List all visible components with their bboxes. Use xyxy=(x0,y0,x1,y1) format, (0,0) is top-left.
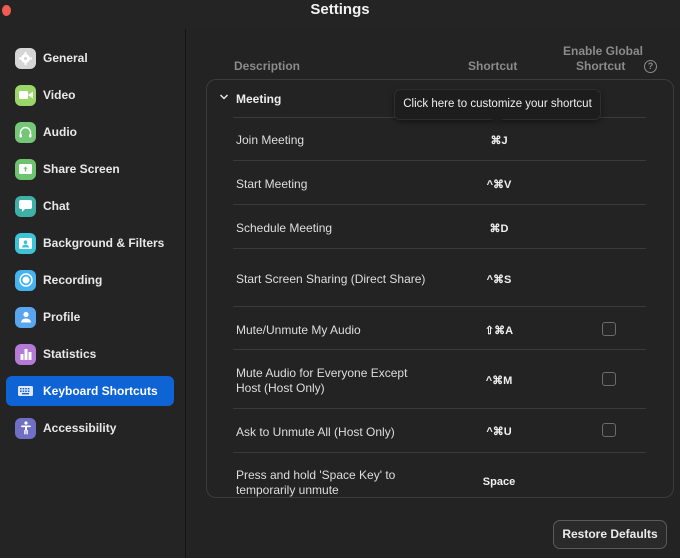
customize-tooltip: Click here to customize your shortcut xyxy=(394,89,601,120)
window-title: Settings xyxy=(310,1,370,18)
sidebar-item-audio[interactable]: Audio xyxy=(6,117,174,147)
chat-bubble-icon xyxy=(15,195,36,217)
help-icon[interactable]: ? xyxy=(644,60,657,73)
shortcut-key[interactable]: Space xyxy=(469,476,529,488)
shortcuts-list: Meeting Join Meeting ⌘J Start Meeting ^⌘… xyxy=(206,79,674,498)
keyboard-icon xyxy=(15,381,36,402)
divider xyxy=(233,349,646,350)
shortcut-description-line2: Host (Host Only) xyxy=(236,381,325,395)
divider xyxy=(233,452,646,453)
sidebar-item-label: Recording xyxy=(43,273,103,287)
divider xyxy=(233,306,646,307)
accessibility-icon xyxy=(15,417,36,439)
shortcut-description-line2: temporarily unmute xyxy=(236,483,339,497)
column-header-description: Description xyxy=(234,59,301,73)
shortcut-key[interactable]: ^⌘U xyxy=(469,425,529,438)
divider xyxy=(233,204,646,205)
title-bar: Settings xyxy=(0,0,680,29)
sidebar-item-label: Accessibility xyxy=(43,421,117,435)
shortcut-key[interactable]: ^⌘S xyxy=(469,273,529,286)
gear-icon xyxy=(15,47,36,69)
shortcut-key[interactable]: ⇧⌘A xyxy=(469,324,529,337)
video-camera-icon xyxy=(15,84,36,106)
global-shortcut-checkbox[interactable] xyxy=(602,372,616,386)
sidebar-item-accessibility[interactable]: Accessibility xyxy=(6,413,174,443)
sidebar-item-video[interactable]: Video xyxy=(6,80,174,110)
shortcut-key[interactable]: ^⌘M xyxy=(469,374,529,387)
shortcut-key[interactable]: ^⌘V xyxy=(469,178,529,191)
record-icon xyxy=(15,269,36,291)
user-icon xyxy=(15,306,36,328)
global-shortcut-checkbox[interactable] xyxy=(602,322,616,336)
shortcut-description: Start Screen Sharing (Direct Share) xyxy=(236,272,426,286)
sidebar-item-recording[interactable]: Recording xyxy=(6,265,174,295)
section-title: Meeting xyxy=(236,92,282,106)
sidebar-item-label: Chat xyxy=(43,199,70,213)
bar-chart-icon xyxy=(15,343,36,365)
sidebar-item-label: Video xyxy=(43,88,76,102)
sidebar-item-chat[interactable]: Chat xyxy=(6,191,174,221)
sidebar-item-keyboard-shortcuts[interactable]: Keyboard Shortcuts xyxy=(6,376,174,406)
sidebar-item-statistics[interactable]: Statistics xyxy=(6,339,174,369)
headphones-icon xyxy=(15,121,36,143)
tooltip-arrow xyxy=(491,119,503,125)
shortcut-key[interactable]: ⌘D xyxy=(469,222,529,235)
shortcut-description: Ask to Unmute All (Host Only) xyxy=(236,425,395,439)
chevron-down-icon[interactable] xyxy=(219,92,229,102)
shortcut-description: Start Meeting xyxy=(236,177,308,191)
sidebar-item-label: General xyxy=(43,51,88,65)
sidebar-item-profile[interactable]: Profile xyxy=(6,302,174,332)
restore-defaults-button[interactable]: Restore Defaults xyxy=(553,520,667,549)
background-person-icon xyxy=(15,232,36,254)
sidebar-item-label: Keyboard Shortcuts xyxy=(43,384,158,398)
divider xyxy=(233,160,646,161)
shortcut-description: Join Meeting xyxy=(236,133,305,147)
sidebar-item-background-filters[interactable]: Background & Filters xyxy=(6,228,174,258)
sidebar-item-label: Share Screen xyxy=(43,162,120,176)
column-header-shortcut: Shortcut xyxy=(468,59,518,73)
sidebar-item-label: Statistics xyxy=(43,347,97,361)
sidebar-item-label: Profile xyxy=(43,310,81,324)
shortcut-description: Mute Audio for Everyone Except xyxy=(236,366,408,380)
column-header-global-line2: Shortcut xyxy=(576,59,626,73)
global-shortcut-checkbox[interactable] xyxy=(602,423,616,437)
shortcut-description: Press and hold 'Space Key' to xyxy=(236,468,396,482)
shortcut-key[interactable]: ⌘J xyxy=(469,134,529,147)
divider xyxy=(233,408,646,409)
sidebar: General Video Audio Share Screen Chat Ba… xyxy=(0,29,186,558)
column-header-global-line1: Enable Global xyxy=(563,44,644,58)
divider xyxy=(233,248,646,249)
keyboard-shortcuts-panel: Description Shortcut Enable Global Short… xyxy=(187,29,680,558)
sidebar-item-general[interactable]: General xyxy=(6,43,174,73)
sidebar-item-label: Audio xyxy=(43,125,77,139)
shortcut-description: Schedule Meeting xyxy=(236,221,333,235)
sidebar-item-share-screen[interactable]: Share Screen xyxy=(6,154,174,184)
sidebar-item-label: Background & Filters xyxy=(43,236,165,250)
share-screen-icon xyxy=(15,158,36,180)
shortcut-description: Mute/Unmute My Audio xyxy=(236,323,361,337)
